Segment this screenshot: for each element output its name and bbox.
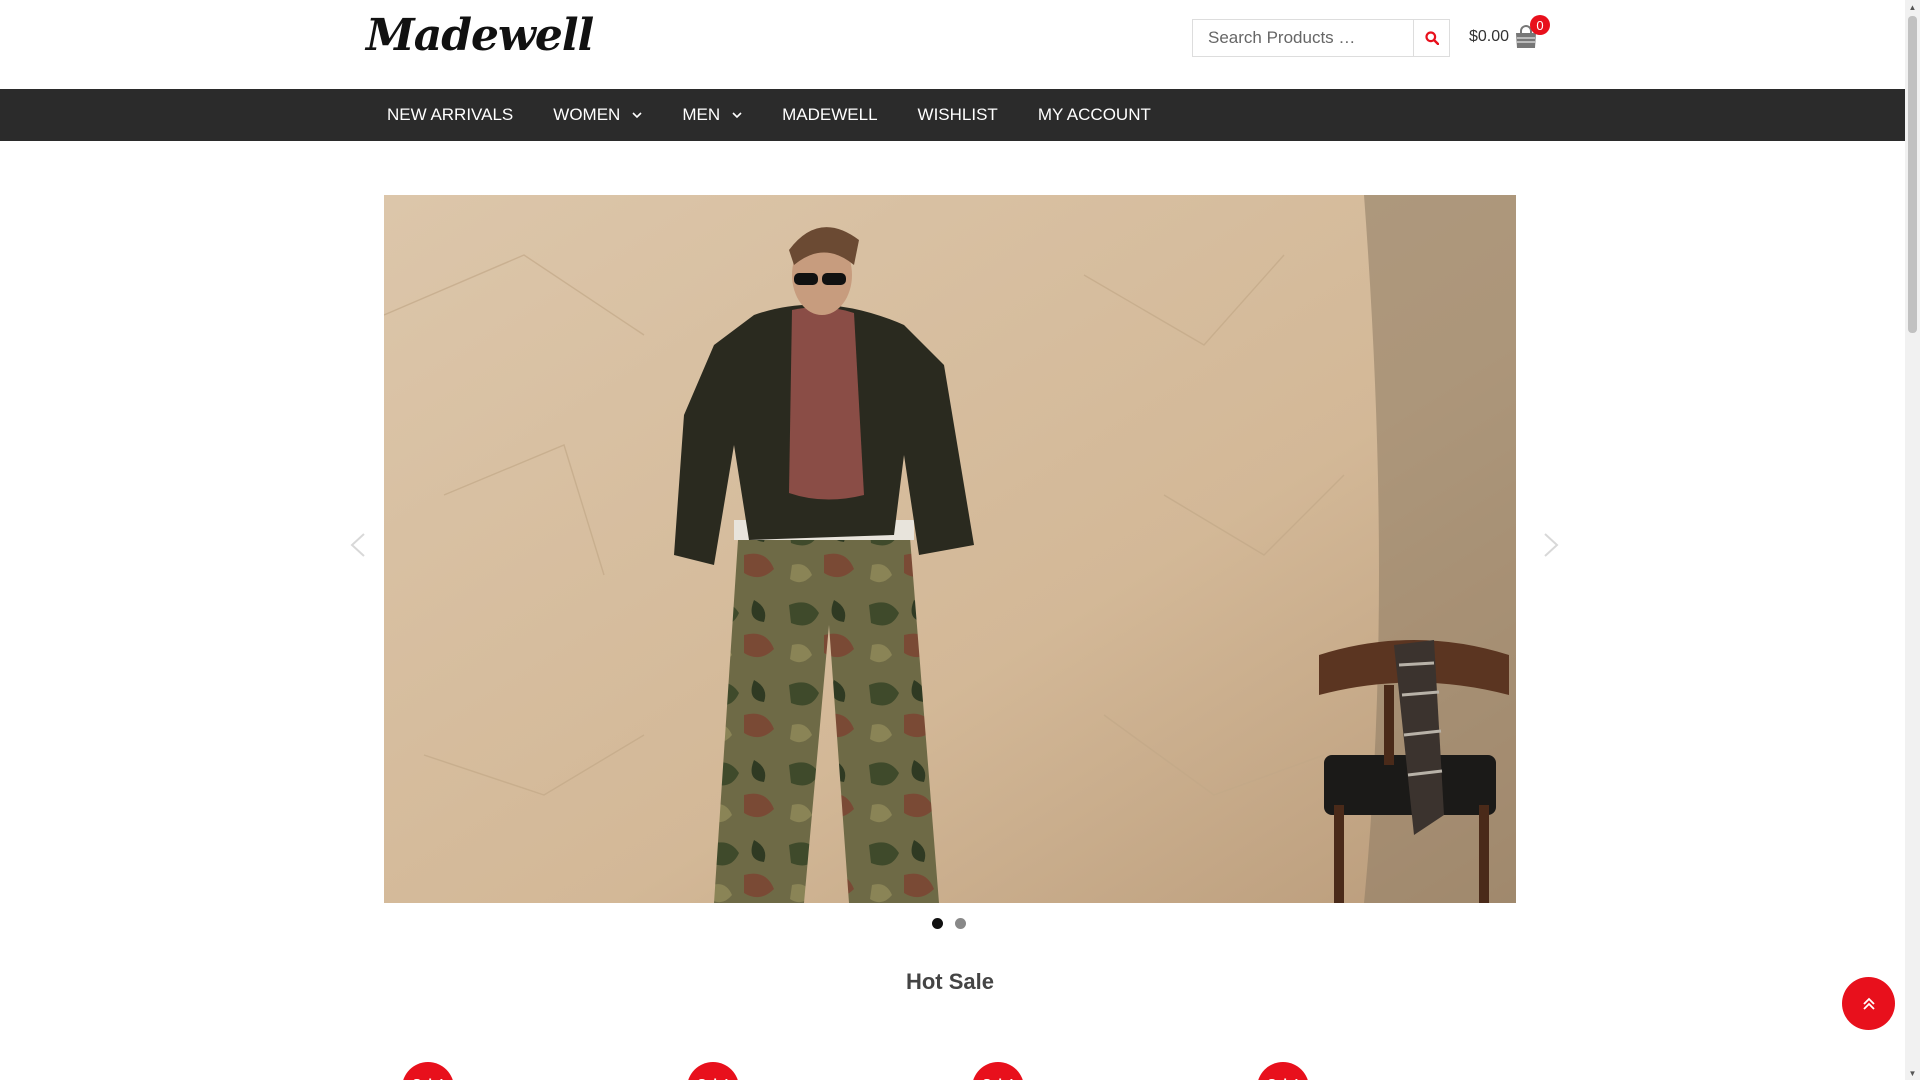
- nav-item-label: MY ACCOUNT: [1037, 105, 1151, 124]
- sale-badge: Sale!: [1257, 1062, 1309, 1080]
- site-header: Madewell $0.00 0: [0, 0, 1905, 88]
- scroll-up-arrow-icon[interactable]: ▲: [1908, 2, 1917, 12]
- main-navigation: NEW ARRIVALS WOMEN MEN MADEWELL WISHLIST: [0, 89, 1905, 141]
- back-to-top-button[interactable]: [1842, 977, 1895, 1030]
- nav-item-label: WOMEN: [553, 105, 621, 124]
- sale-badge: Sale!: [972, 1062, 1024, 1080]
- nav-menu: NEW ARRIVALS WOMEN MEN MADEWELL WISHLIST: [367, 89, 1171, 141]
- site-logo[interactable]: Madewell: [366, 14, 594, 58]
- scroll-thumb[interactable]: [1908, 16, 1917, 333]
- slider-dot-1[interactable]: [932, 918, 943, 929]
- page: Madewell $0.00 0 NEW ARRIVA: [0, 0, 1905, 1080]
- nav-item-my-account[interactable]: MY ACCOUNT: [1018, 89, 1171, 141]
- search-form: [1192, 19, 1450, 57]
- hero-slider[interactable]: [384, 195, 1516, 903]
- page-scrollbar[interactable]: ▲ ▼: [1905, 0, 1920, 1080]
- nav-item-men[interactable]: MEN: [662, 89, 762, 141]
- slider-next-arrow[interactable]: [1535, 530, 1565, 560]
- slider-prev-arrow[interactable]: [344, 530, 374, 560]
- search-input[interactable]: [1192, 19, 1413, 57]
- cart-total: $0.00: [1469, 28, 1510, 45]
- nav-item-women[interactable]: WOMEN: [533, 89, 662, 141]
- double-chevron-up-icon: [1862, 997, 1875, 1010]
- mini-cart[interactable]: $0.00: [1469, 24, 1539, 50]
- search-button[interactable]: [1413, 19, 1450, 57]
- cart-count-badge: 0: [1530, 15, 1550, 35]
- sale-badge: Sale!: [402, 1062, 454, 1080]
- nav-item-madewell[interactable]: MADEWELL: [762, 89, 897, 141]
- chevron-down-icon: [632, 110, 642, 120]
- nav-item-label: NEW ARRIVALS: [387, 105, 514, 124]
- chevron-down-icon: [732, 110, 742, 120]
- hero-slide-image: [384, 195, 1516, 903]
- slider-dot-2[interactable]: [955, 918, 966, 929]
- nav-item-wishlist[interactable]: WISHLIST: [898, 89, 1018, 141]
- search-icon: [1424, 31, 1439, 45]
- section-title-hot-sale: Hot Sale: [905, 969, 995, 994]
- nav-item-label: MEN: [682, 105, 721, 124]
- nav-item-label: MADEWELL: [782, 105, 878, 124]
- nav-item-label: WISHLIST: [917, 105, 998, 124]
- slider-pagination: [932, 918, 966, 929]
- scroll-down-arrow-icon[interactable]: ▼: [1908, 1068, 1917, 1078]
- nav-item-new-arrivals[interactable]: NEW ARRIVALS: [367, 89, 533, 141]
- sale-badge: Sale!: [687, 1062, 739, 1080]
